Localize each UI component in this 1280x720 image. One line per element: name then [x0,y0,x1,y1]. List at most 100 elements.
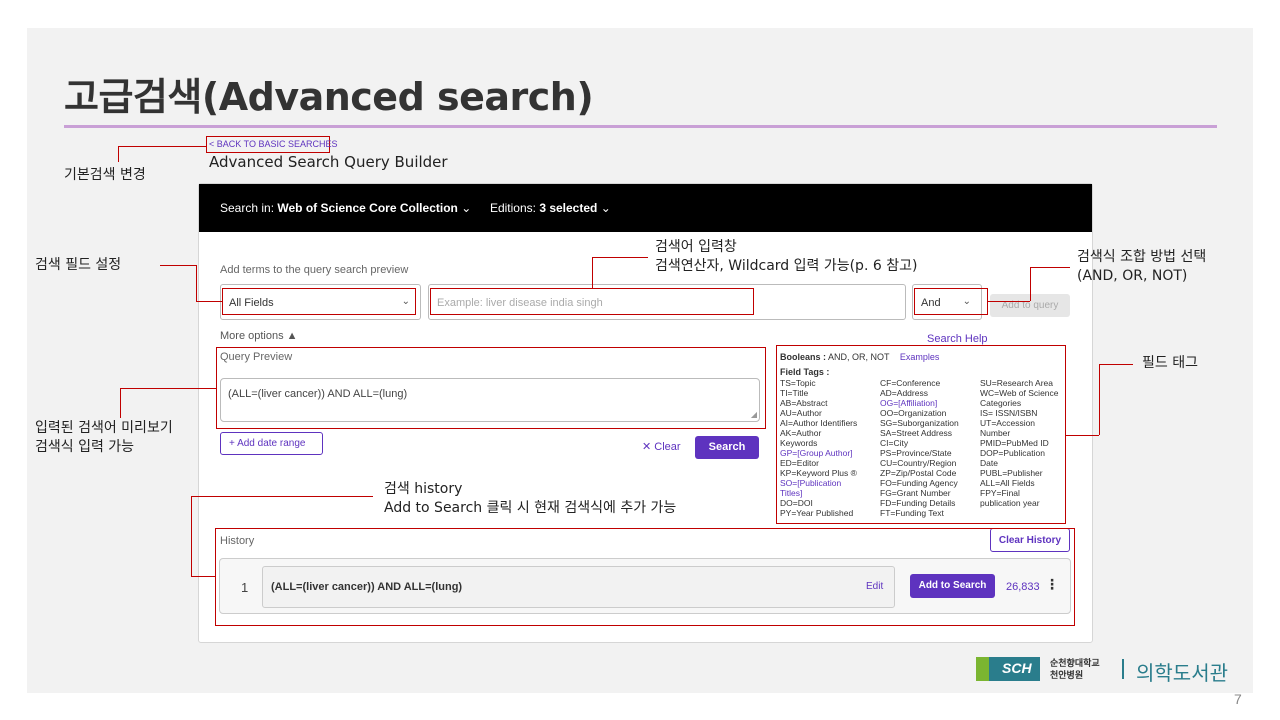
field-tag-item: ZP=Zip/Postal Code [880,468,957,478]
connector-line [191,496,192,576]
field-tag-item: SO=[Publication [780,478,842,488]
back-to-basic-search-link[interactable]: < BACK TO BASIC SEARCHES [206,136,337,153]
history-row-query: (ALL=(liver cancer)) AND ALL=(lung) [262,566,895,608]
field-tag-item: OO=Organization [880,408,947,418]
history-row-number: 1 [241,580,249,595]
field-tag-item: KP=Keyword Plus ® [780,468,857,478]
add-date-range-button[interactable]: + Add date range [220,432,323,455]
annotation-input-title: 검색어 입력창 [655,239,737,255]
search-term-input[interactable]: Example: liver disease india singh [428,284,906,320]
annotation-input-desc: 검색연산자, Wildcard 입력 가능(p. 6 참고) [655,258,918,274]
connector-line [1099,364,1100,435]
connector-line [118,146,119,162]
field-tag-item: Titles] [780,488,803,498]
logo-org-line1: 순천향대학교 [1050,658,1100,668]
field-tag-item: CI=City [880,438,909,448]
field-tag-item: AU=Author [780,408,822,418]
query-preview-text: (ALL=(liver cancer)) AND ALL=(lung) [228,388,408,400]
field-tag-item: FO=Funding Agency [880,478,958,488]
builder-heading: Advanced Search Query Builder [209,153,448,171]
field-tag-item: FD=Funding Details [880,498,956,508]
search-button[interactable]: Search [695,436,759,459]
field-tag-item: AB=Abstract [780,398,828,408]
connector-line [191,576,215,577]
booleans-line: Booleans : AND, OR, NOT Examples [780,352,939,362]
search-help-link[interactable]: Search Help [927,333,988,345]
field-tag-item: Keywords [780,438,818,448]
chevron-down-icon: ⌄ [962,296,971,307]
search-in-label: Search in: [220,201,275,215]
field-tag-item: SA=Street Address [880,428,953,438]
field-tag-item: Date [980,458,998,468]
field-select-value: All Fields [229,297,274,309]
editions-label: Editions: [489,201,536,215]
connector-line [592,257,593,288]
logo-org-line2: 천안병원 [1050,670,1084,680]
booleans-value: AND, OR, NOT [828,352,890,362]
logo-library-name: 의학도서관 [1136,661,1228,685]
field-tag-item: TS=Topic [780,378,816,388]
chevron-down-icon: ⌄ [401,296,410,307]
field-tag-item: AD=Address [880,388,928,398]
sch-library-logo: SCH 순천향대학교 천안병원 의학도서관 [976,657,1228,685]
more-options-toggle[interactable]: More options ▲ [220,330,298,342]
connector-line [191,496,373,497]
field-tags-help: Booleans : AND, OR, NOT Examples Field T… [778,347,1065,524]
annotation-combine-desc: (AND, OR, NOT) [1077,268,1188,284]
logo-org-name: 순천향대학교 천안병원 [1050,657,1100,681]
boolean-operator-select[interactable]: And ⌄ [912,284,982,320]
logo-divider [1122,659,1124,679]
annotation-history-desc: Add to Search 클릭 시 현재 검색식에 추가 가능 [384,500,677,516]
connector-line [1066,435,1099,436]
close-icon: ✕ [642,441,655,453]
resize-grip-icon[interactable]: ◢ [751,410,757,419]
annotation-preview-title: 입력된 검색어 미리보기 [35,420,173,436]
field-tag-item: FT=Funding Text [880,508,944,518]
connector-line [160,265,196,266]
clear-button[interactable]: ✕ Clear [642,440,681,453]
field-tag-item: OG=[Affiliation] [880,398,938,408]
connector-line [120,388,216,389]
add-terms-label: Add terms to the query search preview [220,264,409,276]
annotation-field-tag: 필드 태그 [1142,355,1198,371]
search-in-dropdown[interactable]: Web of Science Core Collection [277,201,457,215]
field-select[interactable]: All Fields ⌄ [220,284,421,320]
chevron-down-icon: ⌄ [597,201,611,215]
field-tag-item: DOP=Publication [980,448,1045,458]
connector-line [118,146,206,147]
caret-up-icon: ▲ [286,330,298,342]
field-tag-item: ALL=All Fields [980,478,1035,488]
query-preview-textarea[interactable]: (ALL=(liver cancer)) AND ALL=(lung) ◢ [220,378,760,422]
field-tag-item: ED=Editor [780,458,819,468]
field-tag-item: AK=Author [780,428,822,438]
field-tag-item: PS=Province/State [880,448,952,458]
connector-line [1099,364,1133,365]
history-edit-link[interactable]: Edit [866,581,883,592]
field-tag-item: WC=Web of Science [980,388,1059,398]
field-tag-item: AI=Author Identifiers [780,418,858,428]
field-tag-item: CF=Conference [880,378,941,388]
annotation-field-setting: 검색 필드 설정 [35,257,122,273]
field-tag-item: TI=Title [780,388,809,398]
more-actions-icon[interactable]: ⋮ [1045,576,1059,593]
clear-history-button[interactable]: Clear History [990,528,1070,552]
field-tags-label: Field Tags : [780,367,830,377]
editions-dropdown[interactable]: 3 selected [539,201,597,215]
connector-line [988,301,1030,302]
field-tag-item: PUBL=Publisher [980,468,1043,478]
examples-link[interactable]: Examples [900,352,940,362]
sch-logo-mark: SCH [976,657,1040,681]
booleans-label: Booleans : [780,352,827,362]
search-scope-bar: Search in: Web of Science Core Collectio… [199,184,1092,232]
add-to-search-button[interactable]: Add to Search [910,574,995,598]
more-options-label: More options [220,330,284,342]
field-tag-item: DO=DOI [780,498,813,508]
page-number: 7 [1234,691,1242,707]
field-tag-item: FG=Grant Number [880,488,951,498]
field-tag-item: IS= ISSN/ISBN [980,408,1038,418]
field-tag-item: Number [980,428,1011,438]
history-result-count[interactable]: 26,833 [1006,581,1040,593]
field-tags-column-3: SU=Research Area WC=Web of Science Categor… [980,378,1078,508]
clear-label: Clear [654,441,681,453]
slide-title: 고급검색(Advanced search) [64,75,594,119]
